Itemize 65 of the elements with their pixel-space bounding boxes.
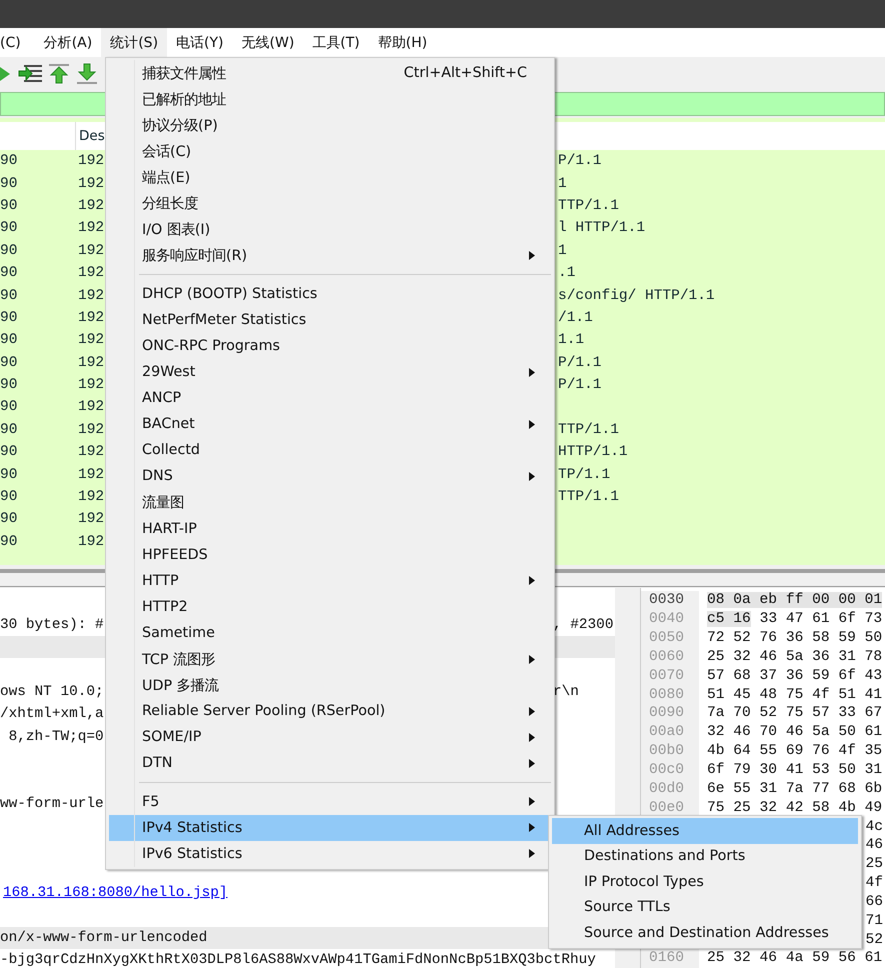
table-cell: s/config/ HTTP/1.1 (558, 288, 715, 304)
table-cell-text: 90 (0, 354, 18, 371)
offset-label: 0070 (649, 668, 684, 683)
table-cell-text: 90 (0, 422, 18, 438)
table-cell-text: 90 (0, 377, 18, 394)
offset-label: 00c0 (649, 763, 684, 778)
offset-label: 0090 (649, 706, 684, 720)
offset-label: 0160 (649, 951, 684, 966)
offset-label: 00a0 (649, 725, 684, 740)
offset-label: 0040 (649, 612, 684, 626)
table-cell-text: 90 (0, 444, 18, 460)
table-cell: 192 (78, 242, 104, 259)
table-cell: 192 (78, 220, 104, 236)
table-cell-text: 90 (0, 153, 18, 170)
offset-label: 0030 (649, 593, 684, 608)
table-cell: 192 (78, 534, 104, 550)
table-cell: 192 (78, 377, 104, 394)
offset-label: 00b0 (649, 744, 684, 758)
table-cell-text: 90 (0, 489, 18, 506)
table-cell: 1 (558, 176, 567, 192)
table-cell: /1.1 (558, 310, 593, 326)
table-cell: 1 (558, 242, 567, 259)
table-cell: TP/1.1 (558, 466, 610, 483)
table-cell: 192 (78, 444, 104, 460)
table-cell: l HTTP/1.1 (558, 220, 646, 236)
table-cell-text: 90 (0, 399, 18, 416)
table-cell: 192 (78, 153, 104, 170)
table-cell-text: 90 (0, 198, 18, 214)
table-cell-text: 90 (0, 466, 18, 483)
table-cell: TTP/1.1 (558, 422, 619, 438)
table-cell: 192 (78, 176, 104, 192)
table-cell-text: 90 (0, 242, 18, 259)
table-cell-text: 90 (0, 332, 18, 348)
table-cell: 192 (78, 489, 104, 506)
table-cell-text: 90 (0, 265, 18, 282)
table-cell: TTP/1.1 (558, 489, 619, 506)
table-cell: 192 (78, 288, 104, 304)
table-cell: 192 (78, 354, 104, 371)
table-cell: 1.1 (558, 332, 584, 348)
table-cell-text: 90 (0, 511, 18, 528)
table-cell-text: 90 (0, 288, 18, 304)
table-cell: 192 (78, 422, 104, 438)
table-cell: P/1.1 (558, 377, 602, 394)
table-cell: 192 (78, 399, 104, 416)
shortcut-text: Ctrl+Alt+Shift+C (404, 65, 527, 82)
offset-label: 00d0 (649, 782, 684, 796)
offset-label: 00e0 (649, 800, 684, 815)
offset-label: 0060 (649, 650, 684, 664)
table-cell: 192 (78, 511, 104, 528)
offset-label: 0050 (649, 631, 684, 646)
table-cell: P/1.1 (558, 354, 602, 371)
table-cell: 192 (78, 265, 104, 282)
table-cell: 192 (78, 332, 104, 348)
table-cell: .1 (558, 265, 576, 282)
table-cell-text: 90 (0, 534, 18, 550)
table-cell-text: 90 (0, 220, 18, 236)
table-cell-text: 90 (0, 176, 18, 192)
table-cell: 192 (78, 466, 104, 483)
table-cell: 192 (78, 310, 104, 326)
table-cell-text: 90 (0, 310, 18, 326)
offset-label: 0080 (649, 688, 684, 702)
table-cell: TTP/1.1 (558, 198, 619, 214)
table-cell: P/1.1 (558, 153, 602, 170)
table-cell: 192 (78, 198, 104, 214)
table-cell: HTTP/1.1 (558, 444, 628, 460)
